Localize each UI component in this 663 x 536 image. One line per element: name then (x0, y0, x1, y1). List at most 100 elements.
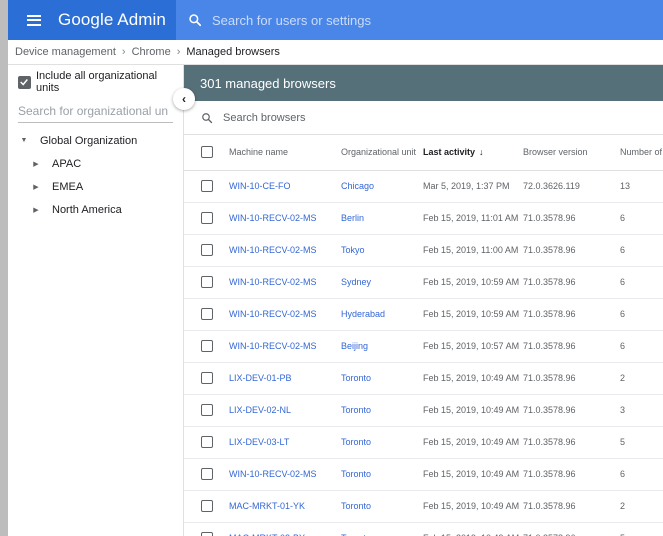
organizational-unit-link[interactable]: Toronto (341, 490, 423, 522)
row-checkbox-cell (184, 266, 229, 298)
row-checkbox[interactable] (201, 500, 213, 512)
row-checkbox[interactable] (201, 532, 213, 536)
tree-item-label: Global Organization (40, 134, 138, 147)
table-row[interactable]: WIN-10-RECV-02-MS Hyderabad Feb 15, 2019, … (184, 298, 663, 330)
table-row[interactable]: MAC-MRKT-01-YK Toronto Feb 15, 2019, 10:49… (184, 490, 663, 522)
row-checkbox-cell (184, 394, 229, 426)
machine-name-link[interactable]: WIN-10-RECV-02-MS (229, 234, 341, 266)
top-bar: Google Admin (8, 0, 663, 40)
column-header-organizational-unit[interactable]: Organizational unit (341, 135, 423, 170)
last-activity-cell: Feb 15, 2019, 10:49 AM (423, 469, 520, 479)
caret-down-icon[interactable]: ▼ (20, 137, 28, 144)
row-checkbox[interactable] (201, 308, 213, 320)
table-row[interactable]: WIN-10-RECV-02-MS Toronto Feb 15, 2019, 10… (184, 458, 663, 490)
caret-right-icon[interactable]: ▶ (32, 160, 40, 168)
browser-search-field[interactable] (184, 101, 663, 135)
table-header-row: Machine name Organizational unit Last ac… (184, 135, 663, 170)
machine-name-link[interactable]: WIN-10-RECV-02-MS (229, 298, 341, 330)
browser-search-input[interactable] (223, 111, 523, 124)
number-cell: 6 (620, 341, 626, 351)
number-cell: 6 (620, 277, 626, 287)
row-checkbox[interactable] (201, 212, 213, 224)
caret-right-icon[interactable]: ▶ (32, 183, 40, 191)
row-checkbox-cell (184, 170, 229, 202)
hamburger-icon (27, 14, 41, 26)
table-row[interactable]: LIX-DEV-02-NL Toronto Feb 15, 2019, 10:49 … (184, 394, 663, 426)
machine-name-link[interactable]: WIN-10-RECV-02-MS (229, 202, 341, 234)
row-checkbox[interactable] (201, 436, 213, 448)
organizational-unit-link[interactable]: Sydney (341, 266, 423, 298)
machine-name-link[interactable]: LIX-DEV-03-LT (229, 426, 341, 458)
column-header-last-activity[interactable]: Last activity ↓ (423, 135, 523, 170)
number-cell: 6 (620, 469, 626, 479)
breadcrumb-device-management[interactable]: Device management (15, 46, 116, 58)
global-search[interactable] (176, 0, 663, 40)
machine-name-link[interactable]: LIX-DEV-01-PB (229, 362, 341, 394)
main-menu-button[interactable] (14, 0, 54, 40)
machine-name-link[interactable]: WIN-10-CE-FO (229, 170, 341, 202)
global-search-input[interactable] (212, 12, 612, 28)
organizational-unit-link[interactable]: Hyderabad (341, 298, 423, 330)
organizational-unit-link[interactable]: Chicago (341, 170, 423, 202)
table-row[interactable]: WIN-10-RECV-02-MS Berlin Feb 15, 2019, 11:… (184, 202, 663, 234)
row-checkbox[interactable] (201, 180, 213, 192)
machine-name-link[interactable]: LIX-DEV-02-NL (229, 394, 341, 426)
machine-name-link[interactable]: WIN-10-RECV-02-MS (229, 458, 341, 490)
table-row[interactable]: MAC-MRKT-02-BYTorontoFeb 15, 2019, 10:49… (184, 522, 663, 536)
row-checkbox-cell (184, 458, 229, 490)
organizational-unit-link[interactable]: Toronto (341, 394, 423, 426)
last-activity-cell: Feb 15, 2019, 10:49 AM (423, 522, 523, 536)
tree-item-north-america[interactable]: ▶ North America (8, 198, 183, 221)
number-cell: 2 (620, 501, 626, 511)
collapse-panel-button[interactable]: ‹ (173, 88, 195, 110)
organizational-unit-link[interactable]: Toronto (341, 458, 423, 490)
browser-version-cell: 71.0.3578.96 (523, 405, 576, 415)
breadcrumb-chrome[interactable]: Chrome (132, 46, 171, 58)
row-checkbox[interactable] (201, 372, 213, 384)
organizational-unit-link[interactable]: Tokyo (341, 234, 423, 266)
organizational-unit-link[interactable]: Toronto (341, 522, 423, 536)
row-checkbox-cell (184, 298, 229, 330)
ou-search-input[interactable] (18, 103, 168, 118)
row-checkbox[interactable] (201, 244, 213, 256)
column-header-browser-version[interactable]: Browser version (523, 135, 620, 170)
machine-name-link[interactable]: WIN-10-RECV-02-MS (229, 330, 341, 362)
sort-descending-icon[interactable]: ↓ (479, 147, 484, 157)
number-cell: 2 (620, 373, 626, 383)
include-all-checkbox[interactable] (18, 75, 31, 89)
row-checkbox[interactable] (201, 404, 213, 416)
column-header-number[interactable]: Number of e (620, 135, 663, 170)
chevron-left-icon: ‹ (182, 92, 186, 106)
ou-search-field[interactable] (18, 99, 173, 123)
row-checkbox[interactable] (201, 468, 213, 480)
tree-item-apac[interactable]: ▶ APAC (8, 152, 183, 175)
machine-name-link[interactable]: MAC-MRKT-02-BY (229, 522, 341, 536)
table-row[interactable]: LIX-DEV-03-LT Toronto Feb 15, 2019, 10:49 … (184, 426, 663, 458)
organizational-unit-link[interactable]: Toronto (341, 362, 423, 394)
table-row[interactable]: WIN-10-RECV-02-MS Tokyo Feb 15, 2019, 11:0… (184, 234, 663, 266)
row-checkbox-cell (184, 490, 229, 522)
table-row[interactable]: WIN-10-CE-FO Chicago Mar 5, 2019, 1:37 PM 7… (184, 170, 663, 202)
organizational-unit-link[interactable]: Beijing (341, 330, 423, 362)
browser-version-cell: 71.0.3578.96 (523, 501, 576, 511)
table-row[interactable]: WIN-10-RECV-02-MS Sydney Feb 15, 2019, 10:… (184, 266, 663, 298)
row-checkbox[interactable] (201, 340, 213, 352)
table-row[interactable]: LIX-DEV-01-PB Toronto Feb 15, 2019, 10:49 … (184, 362, 663, 394)
tree-item-emea[interactable]: ▶ EMEA (8, 175, 183, 198)
machine-name-link[interactable]: MAC-MRKT-01-YK (229, 490, 341, 522)
number-cell: 5 (620, 437, 626, 447)
organizational-unit-link[interactable]: Toronto (341, 426, 423, 458)
tree-item-global-organization[interactable]: ▼ Global Organization (8, 129, 183, 152)
tree-item-label: North America (52, 203, 122, 216)
column-header-machine-name[interactable]: Machine name (229, 135, 341, 170)
row-checkbox[interactable] (201, 276, 213, 288)
organizational-unit-link[interactable]: Berlin (341, 202, 423, 234)
caret-right-icon[interactable]: ▶ (32, 206, 40, 214)
include-all-ou-option[interactable]: Include all organizational units (8, 65, 183, 99)
checkmark-icon (20, 79, 29, 86)
last-activity-cell: Feb 15, 2019, 10:59 AM (423, 309, 520, 319)
table-row[interactable]: WIN-10-RECV-02-MS Beijing Feb 15, 2019, 10… (184, 330, 663, 362)
select-all-checkbox[interactable] (201, 146, 213, 159)
browser-version-cell: 71.0.3578.96 (523, 309, 576, 319)
machine-name-link[interactable]: WIN-10-RECV-02-MS (229, 266, 341, 298)
